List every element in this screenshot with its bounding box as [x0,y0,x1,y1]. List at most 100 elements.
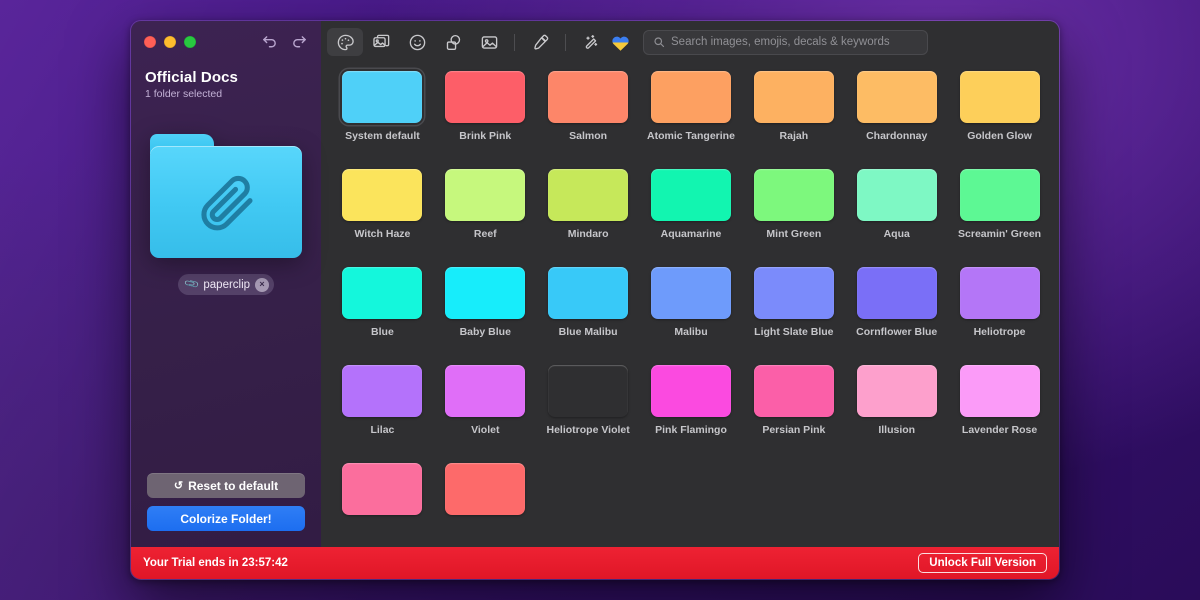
color-swatch-label: Heliotrope Violet [546,424,630,436]
minimize-window-button[interactable] [164,36,176,48]
tool-emoji[interactable] [399,28,435,56]
color-swatch-label: Violet [471,424,500,436]
color-swatch-cell[interactable]: Light Slate Blue [742,267,845,365]
redo-icon[interactable] [291,34,308,51]
color-swatch-cell[interactable]: Lavender Rose [948,365,1051,463]
color-swatch[interactable] [959,267,1040,319]
color-swatch-cell[interactable]: Pink Flamingo [640,365,743,463]
color-swatch[interactable] [548,169,629,221]
color-swatch-label: Malibu [674,326,708,338]
color-swatch[interactable] [445,169,526,221]
color-swatch[interactable] [959,71,1040,123]
color-swatch-cell[interactable]: Malibu [640,267,743,365]
tool-magic-wand[interactable] [573,28,609,56]
color-swatch[interactable] [342,169,423,221]
color-swatch-cell[interactable]: Screamin' Green [948,169,1051,267]
color-swatch-cell[interactable]: Brink Pink [434,71,537,169]
tag-list: 📎 paperclip × [131,274,321,295]
color-swatch[interactable] [650,267,731,319]
color-swatch[interactable] [548,365,628,417]
close-window-button[interactable] [144,36,156,48]
color-swatch[interactable] [650,365,731,417]
selection-subtitle: 1 folder selected [145,88,223,100]
color-swatch-cell[interactable]: Blue [331,267,434,365]
color-swatch[interactable] [753,169,834,221]
tag-chip-paperclip[interactable]: 📎 paperclip × [177,274,275,295]
color-swatch[interactable] [342,267,423,319]
color-swatch-cell[interactable]: Golden Glow [948,71,1051,169]
color-swatch[interactable] [753,267,834,319]
color-swatch-cell[interactable] [331,463,434,547]
color-swatch[interactable] [856,169,937,221]
unlock-full-version-button[interactable]: Unlock Full Version [918,553,1047,573]
color-swatch-cell[interactable]: Atomic Tangerine [640,71,743,169]
color-swatch[interactable] [548,267,629,319]
color-swatch[interactable] [753,365,834,417]
color-swatch[interactable] [959,365,1040,417]
color-swatch-cell[interactable]: Aqua [845,169,948,267]
color-swatch-label: Pink Flamingo [655,424,727,436]
color-swatch[interactable] [342,365,423,417]
tool-eyedropper[interactable] [522,28,558,56]
color-swatch[interactable] [650,71,731,123]
color-swatch-cell[interactable]: System default [331,71,434,169]
color-swatch-cell[interactable]: Mindaro [537,169,640,267]
color-swatch-cell[interactable]: Persian Pink [742,365,845,463]
tool-images[interactable] [363,28,399,56]
color-swatch-cell[interactable]: Reef [434,169,537,267]
remove-tag-icon[interactable]: × [255,277,270,292]
tool-picture[interactable] [471,28,507,56]
reset-to-default-button[interactable]: ↺ Reset to default [147,473,305,498]
color-swatch-cell[interactable]: Mint Green [742,169,845,267]
color-swatch-label: Aquamarine [660,228,722,240]
color-swatch-label: Lavender Rose [961,424,1038,436]
color-swatch-cell[interactable] [434,463,537,547]
search-placeholder: Search images, emojis, decals & keywords [671,36,890,48]
color-swatch-cell[interactable]: Blue Malibu [537,267,640,365]
search-input[interactable]: Search images, emojis, decals & keywords [643,29,928,55]
color-swatch-label: Mindaro [567,228,609,240]
color-swatch[interactable] [548,71,629,123]
color-swatch-cell[interactable]: Salmon [537,71,640,169]
color-swatch-cell[interactable]: Baby Blue [434,267,537,365]
color-swatch[interactable] [856,71,937,123]
ukraine-heart-icon[interactable] [609,32,631,52]
color-swatch[interactable] [959,169,1040,221]
page-title: Official Docs [145,69,238,86]
color-swatch-cell[interactable]: Lilac [331,365,434,463]
color-swatch[interactable] [650,169,731,221]
color-swatch[interactable] [445,267,526,319]
color-swatch[interactable] [445,71,526,123]
toolbar-divider-1 [514,33,515,51]
color-swatch[interactable] [856,267,937,319]
color-swatch[interactable] [753,71,834,123]
color-swatch-cell[interactable]: Heliotrope [948,267,1051,365]
colorize-button-label: Colorize Folder! [180,511,272,526]
color-swatch[interactable] [342,463,423,515]
color-swatch-cell[interactable]: Violet [434,365,537,463]
color-swatch-label: Cornflower Blue [856,326,938,338]
folder-preview[interactable] [131,134,321,258]
tool-palette[interactable] [327,28,363,56]
color-swatch-cell[interactable]: Aquamarine [640,169,743,267]
color-swatch-cell[interactable]: Heliotrope Violet [537,365,640,463]
color-swatch[interactable] [445,463,526,515]
palette-scroll-area[interactable]: System default Brink Pink Salmon Atomic Tan… [321,63,1059,547]
color-swatch-label: Mint Green [766,228,822,240]
color-swatch-cell[interactable]: Rajah [742,71,845,169]
paperclip-icon [150,146,302,258]
color-swatch-cell[interactable]: Illusion [845,365,948,463]
color-swatch-cell[interactable]: Witch Haze [331,169,434,267]
color-swatch-label: Atomic Tangerine [647,130,735,142]
color-swatch[interactable] [342,71,423,123]
maximize-window-button[interactable] [184,36,196,48]
color-swatch-label: Chardonnay [866,130,928,142]
color-swatch[interactable] [856,365,937,417]
colorize-folder-button[interactable]: Colorize Folder! [147,506,305,531]
color-swatch-cell[interactable]: Chardonnay [845,71,948,169]
color-swatch[interactable] [445,365,526,417]
tool-shapes[interactable] [435,28,471,56]
color-swatch-cell[interactable]: Cornflower Blue [845,267,948,365]
trial-banner: Your Trial ends in 23:57:42 Unlock Full … [131,547,1059,579]
undo-icon[interactable] [261,34,278,51]
